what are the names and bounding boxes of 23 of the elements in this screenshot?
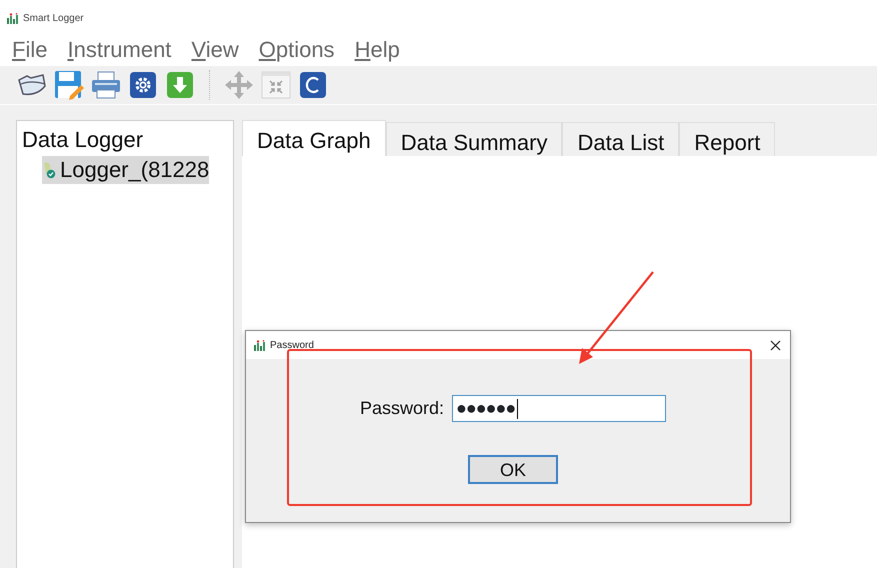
- menu-item[interactable]: View: [191, 39, 239, 61]
- dialog-title: Password: [270, 338, 314, 352]
- tab[interactable]: Data Graph: [242, 120, 386, 156]
- download-arrow-icon[interactable]: [164, 69, 196, 101]
- field-label: Password:: [360, 397, 444, 420]
- password-field[interactable]: ●●●●●●: [452, 395, 666, 422]
- sensor-icon: [42, 161, 56, 179]
- app-logo-icon: [254, 340, 265, 350]
- app-logo-icon: [7, 12, 18, 24]
- menu-item[interactable]: Help: [354, 39, 400, 61]
- tab[interactable]: Report: [679, 122, 776, 156]
- tab[interactable]: Data List: [562, 122, 680, 156]
- gear-icon[interactable]: [127, 69, 159, 101]
- printer-icon[interactable]: [90, 69, 122, 101]
- tab[interactable]: Data Summary: [386, 122, 562, 156]
- menu-item[interactable]: File: [12, 39, 48, 61]
- ok-button[interactable]: OK: [468, 455, 558, 484]
- menu-item[interactable]: Options: [258, 39, 335, 61]
- menu-item[interactable]: Instrument: [67, 39, 172, 61]
- window-title: Smart Logger: [23, 12, 84, 26]
- c-letter-icon[interactable]: [297, 69, 329, 101]
- tree-root-label: Data Logger: [22, 126, 144, 154]
- tree-item[interactable]: Logger_(81228: [42, 156, 210, 184]
